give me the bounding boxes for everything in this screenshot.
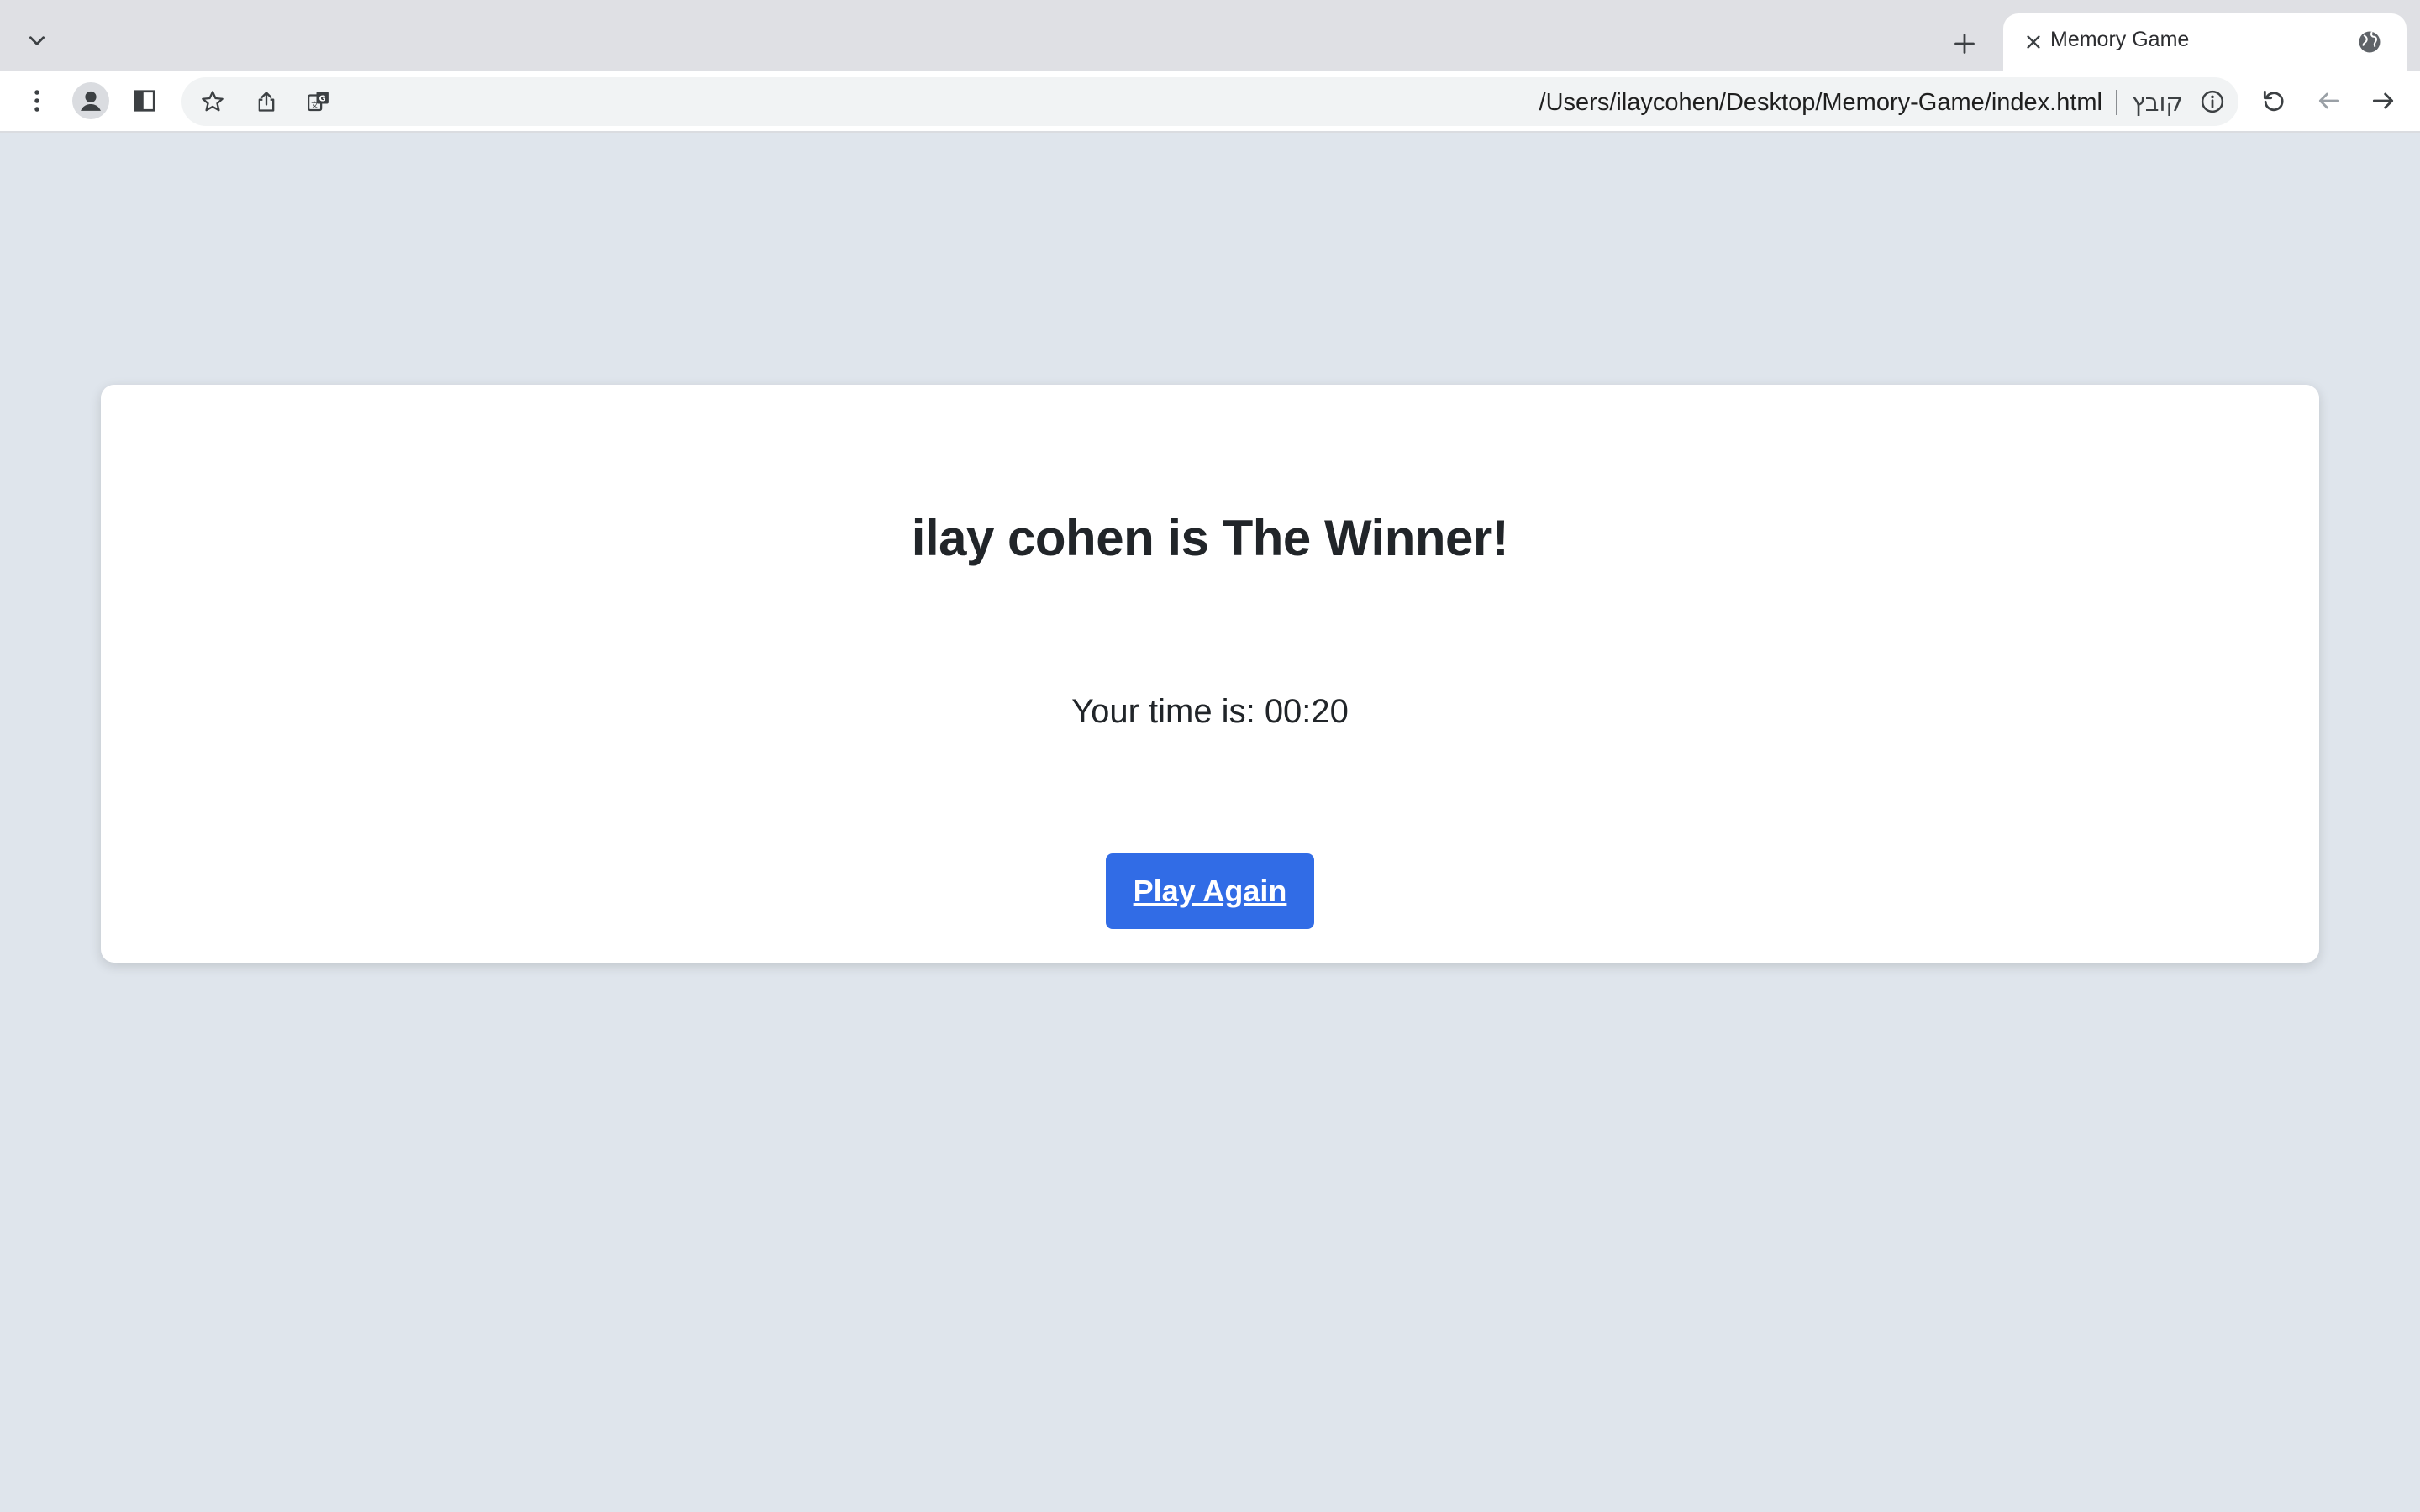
tab-strip: Memory Game <box>0 0 2420 71</box>
tab-memory-game[interactable]: Memory Game <box>2003 13 2407 71</box>
star-icon <box>202 91 224 112</box>
play-again-button[interactable]: Play Again <box>1106 853 1314 929</box>
browser-menu-button[interactable] <box>15 79 59 123</box>
share-button[interactable] <box>245 81 287 123</box>
browser-toolbar: G 文 /Users/ilaycohen/Desktop/Memory-Game… <box>0 71 2420 133</box>
url-scheme-chip: קובץ <box>2132 88 2183 117</box>
winner-title: ilay cohen is The Winner! <box>911 510 1509 566</box>
tab-title: Memory Game <box>2050 28 2190 51</box>
winner-card: ilay cohen is The Winner! Your time is: … <box>101 385 2319 963</box>
translate-button[interactable]: G 文 <box>297 81 339 123</box>
side-panel-icon <box>134 90 155 112</box>
info-icon <box>2201 90 2224 113</box>
side-panel-button[interactable] <box>123 79 166 123</box>
chevron-down-icon <box>29 36 45 45</box>
time-display: Your time is: 00:20 <box>101 693 2319 731</box>
site-info-button[interactable] <box>2191 81 2233 123</box>
close-icon <box>2027 35 2040 49</box>
url-text: /Users/ilaycohen/Desktop/Memory-Game/ind… <box>1539 89 2102 116</box>
svg-text:G: G <box>319 94 326 103</box>
plus-icon <box>1954 34 1975 54</box>
time-label: Your time is: <box>1071 693 1255 730</box>
new-tab-button[interactable] <box>1943 22 1986 66</box>
back-arrow-icon <box>2318 92 2340 109</box>
page-viewport: ilay cohen is The Winner! Your time is: … <box>0 133 2420 1512</box>
translate-icon: G 文 <box>308 92 329 112</box>
tab-search-button[interactable] <box>17 20 57 60</box>
bookmark-button[interactable] <box>192 81 234 123</box>
reload-button[interactable] <box>2252 79 2296 123</box>
svg-text:文: 文 <box>311 100 318 110</box>
tab-close-button[interactable] <box>2020 29 2047 55</box>
forward-arrow-icon <box>2372 92 2394 109</box>
share-icon <box>258 92 275 112</box>
more-vert-icon <box>34 90 39 112</box>
reload-icon <box>2263 90 2284 112</box>
address-bar[interactable]: G 文 /Users/ilaycohen/Desktop/Memory-Game… <box>182 77 2238 126</box>
profile-icon <box>72 82 109 119</box>
globe-icon <box>2356 29 2383 55</box>
profile-button[interactable] <box>69 79 113 123</box>
time-value: 00:20 <box>1264 693 1349 730</box>
back-button[interactable] <box>2307 79 2351 123</box>
forward-button[interactable] <box>2361 79 2405 123</box>
omnibox-divider <box>2116 90 2118 115</box>
